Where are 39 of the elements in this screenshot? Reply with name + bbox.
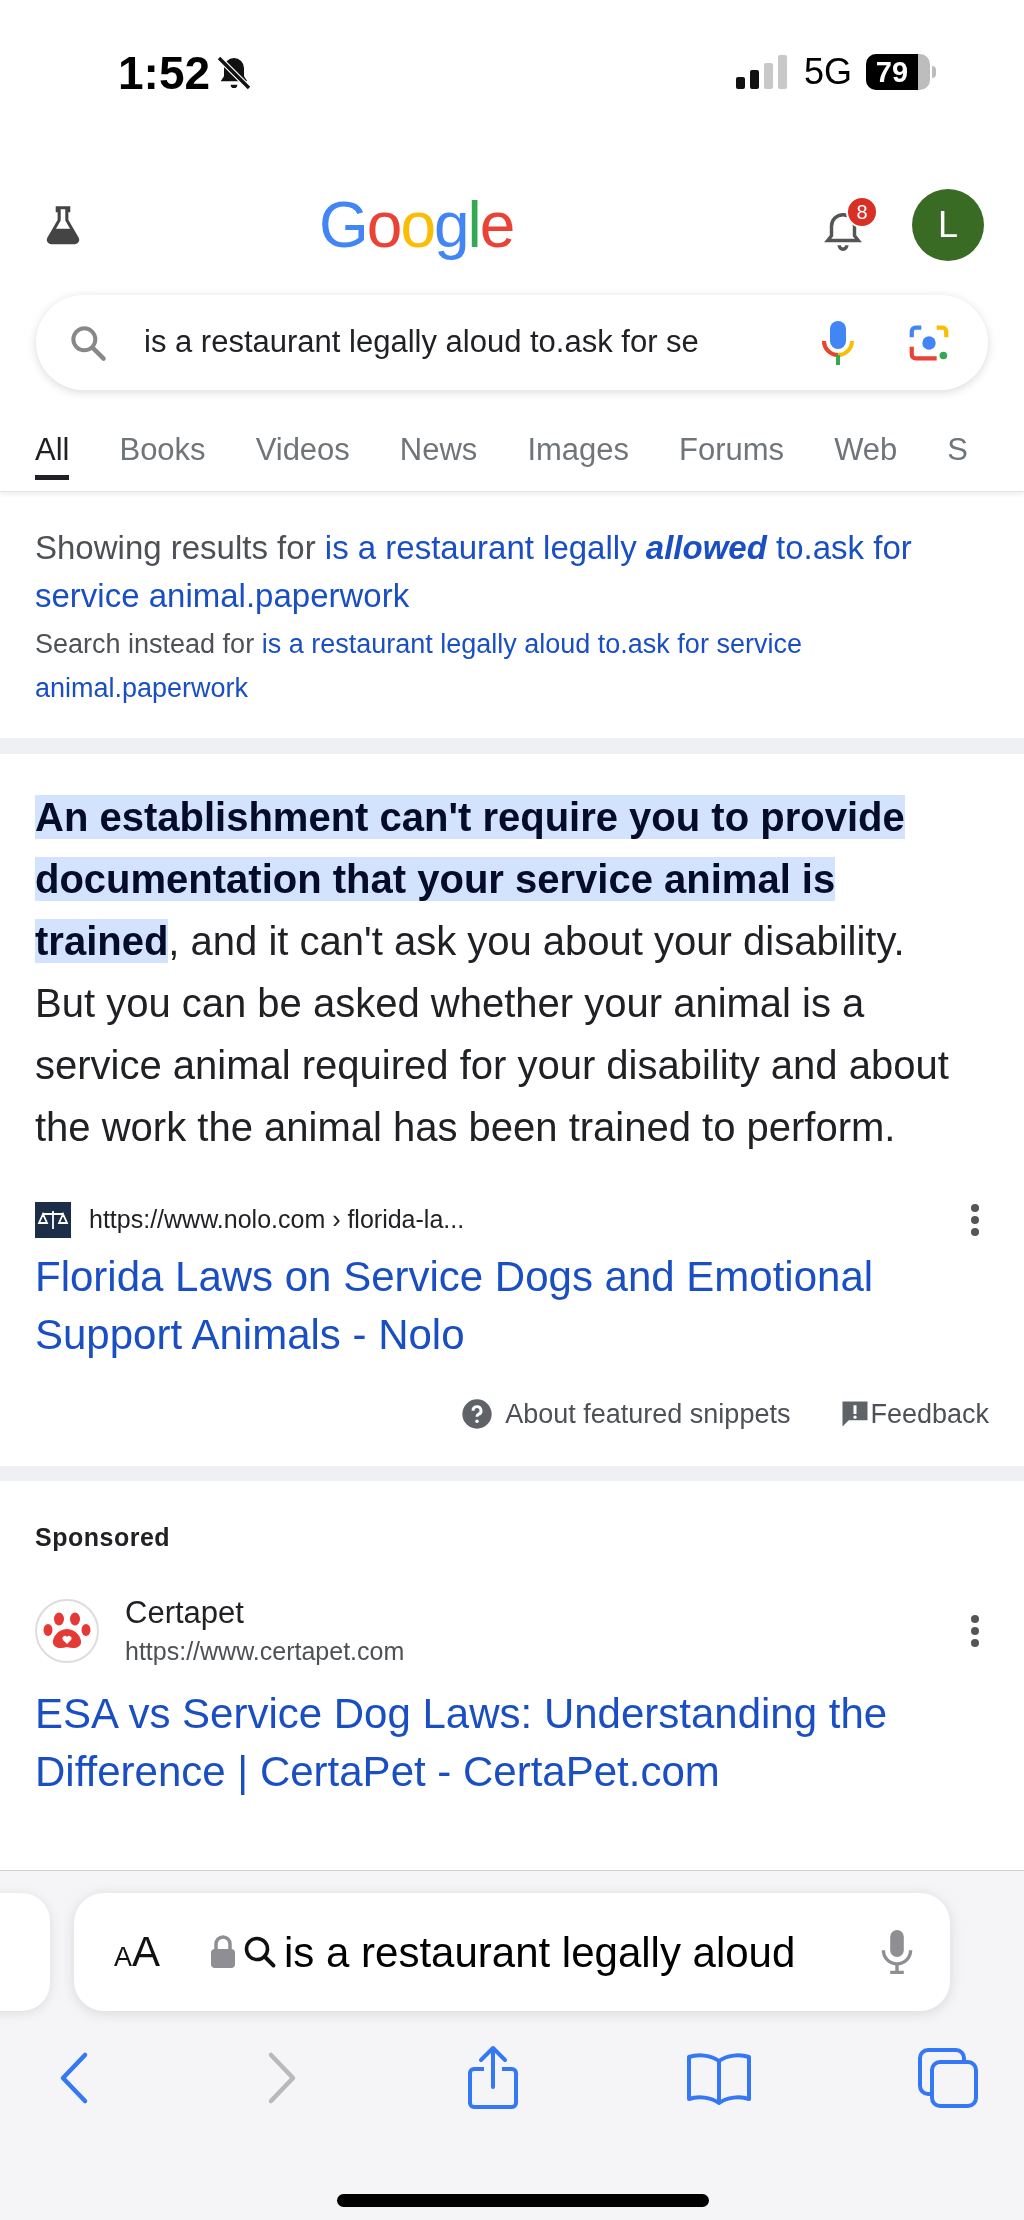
address-bar[interactable]: AA is a restaurant legally aloud xyxy=(74,1893,950,2011)
avatar[interactable]: L xyxy=(912,189,984,261)
search-tab[interactable]: All xyxy=(35,420,70,480)
search-tab[interactable]: Books xyxy=(119,420,206,480)
signal-icon xyxy=(735,55,790,89)
notification-badge: 8 xyxy=(846,196,878,228)
paw-favicon-icon xyxy=(35,1598,99,1663)
more-options-icon[interactable] xyxy=(969,1203,981,1237)
snippet-text: An establishment can't require you to provide documentation that your service animal is trained, and it can't ask you about your disability. But you can be asked whether your animal is a service animal required for your disability and about the work the animal has been trained to perform. xyxy=(35,794,950,1151)
tabs-icon[interactable] xyxy=(917,2047,979,2109)
more-options-icon[interactable] xyxy=(969,1613,981,1648)
scales-favicon-icon xyxy=(35,1202,71,1238)
search-tab[interactable]: S xyxy=(947,420,968,480)
result-title-link[interactable]: Florida Laws on Service Dogs and Emotional Support Animals - Nolo xyxy=(35,1248,989,1364)
search-tab[interactable]: News xyxy=(399,420,478,480)
advertiser-name: Certapet xyxy=(125,1593,245,1632)
feedback-link[interactable]: Feedback xyxy=(840,1393,989,1435)
advertiser-url: https://www.certapet.com xyxy=(125,1635,405,1667)
network-label: 5G xyxy=(803,54,852,90)
lock-icon xyxy=(210,1935,237,1969)
sponsored-label: Sponsored xyxy=(35,1522,172,1553)
search-instead-text[interactable]: Search instead for is a restaurant legally aloud to.ask for service animal.paperwork xyxy=(35,622,989,710)
about-snippets-link[interactable]: About featured snippets xyxy=(461,1393,791,1435)
feedback-icon xyxy=(840,1399,871,1429)
search-field[interactable]: is a restaurant legally aloud to.ask for se xyxy=(36,295,988,390)
clock-time: 1:52 xyxy=(118,50,211,96)
microphone-icon[interactable] xyxy=(880,1928,914,1976)
bookmarks-icon[interactable] xyxy=(685,2051,752,2105)
spelling-correction-text[interactable]: Showing results for is a restaurant legally allowed to.ask for service animal.paperwork xyxy=(35,524,989,620)
help-icon xyxy=(461,1398,494,1430)
search-tab[interactable]: Images xyxy=(527,420,630,480)
search-tab[interactable]: Web xyxy=(834,420,898,480)
notifications-button[interactable]: 8 xyxy=(820,196,878,254)
search-tab[interactable]: Forums xyxy=(679,420,785,480)
share-icon[interactable] xyxy=(466,2045,520,2111)
ad-title-link[interactable]: ESA vs Service Dog Laws: Understanding the Difference | CertaPet - CertaPet.com xyxy=(35,1684,989,1801)
source-url: https://www.nolo.com › florida-la... xyxy=(89,1204,465,1236)
search-tab[interactable]: Videos xyxy=(255,420,350,480)
text-size-button[interactable]: AA xyxy=(114,1931,161,1973)
